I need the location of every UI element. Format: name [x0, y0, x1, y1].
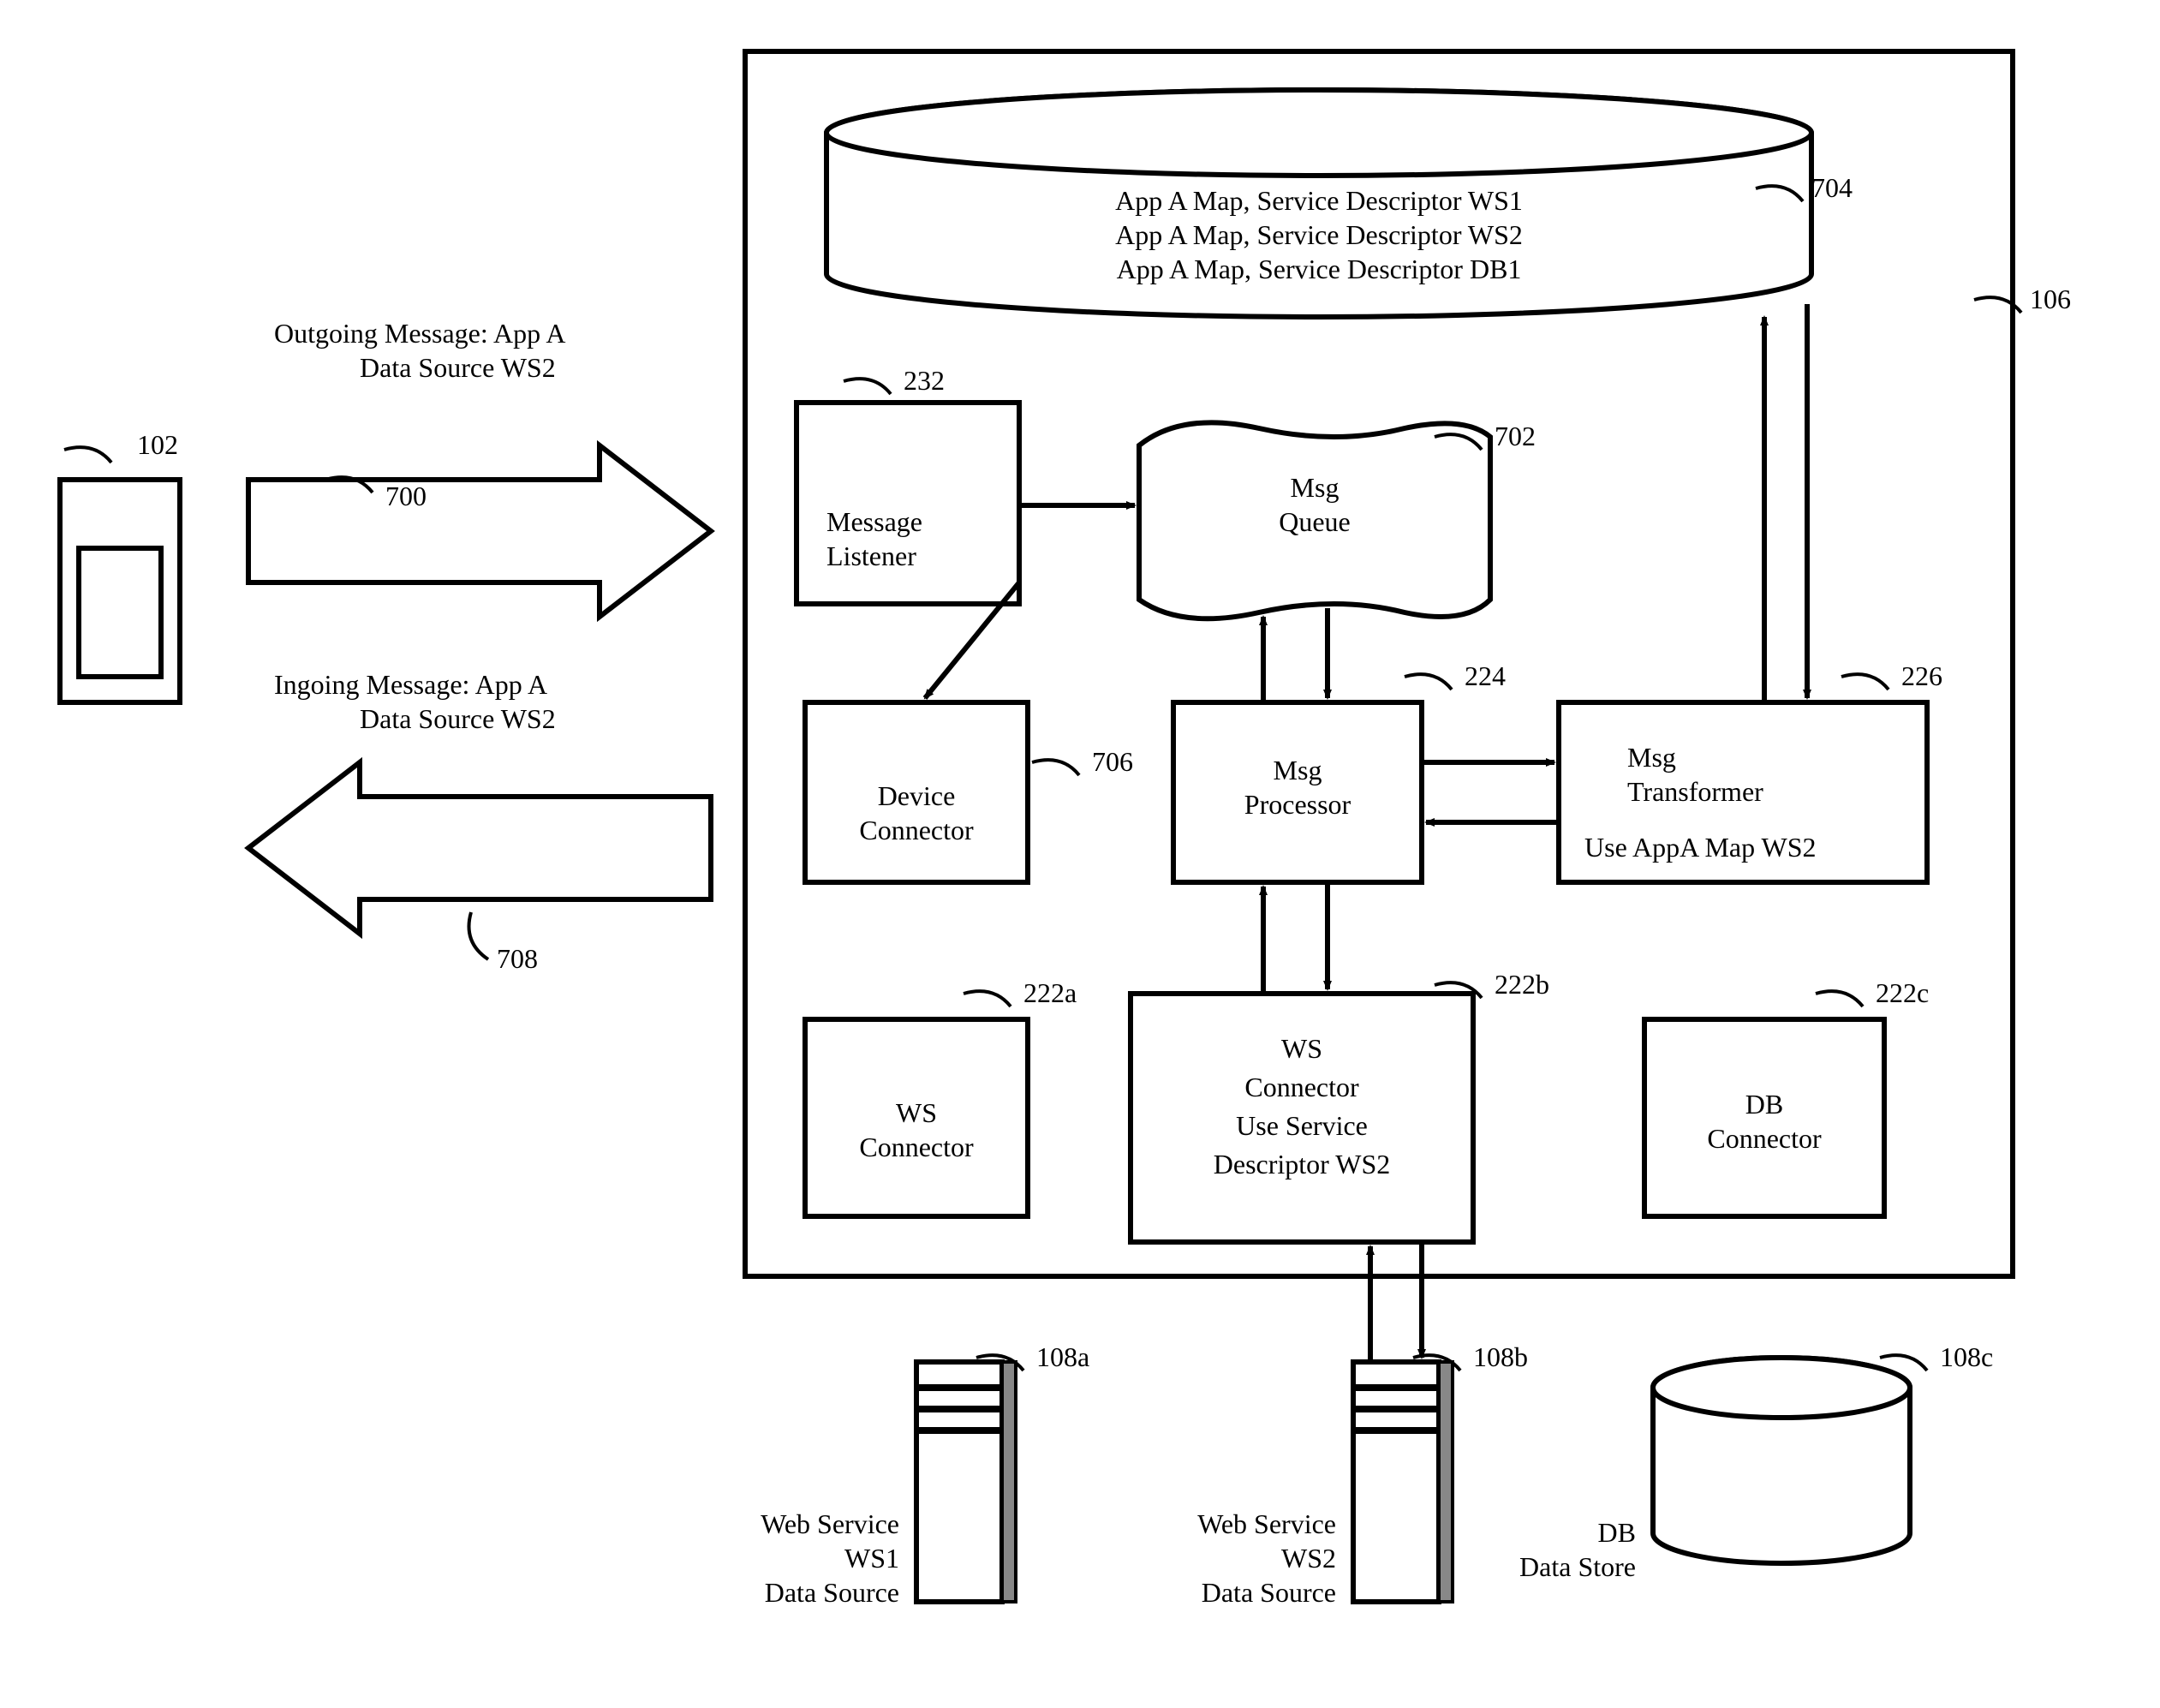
- ws-connector-a-box: WS Connector 222a: [805, 977, 1077, 1216]
- outgoing-msg-line1: Outgoing Message: App A: [274, 318, 565, 349]
- msg-transformer-l3: Use AppA Map WS2: [1584, 832, 1817, 863]
- svc2-ref: 108b: [1473, 1341, 1528, 1372]
- msg-queue: Msg Queue 702: [1139, 421, 1536, 618]
- device-connector-l2: Connector: [859, 815, 974, 845]
- web-service-ws2: 108b Web Service WS2 Data Source: [1197, 1341, 1528, 1608]
- svc1-ref: 108a: [1036, 1341, 1089, 1372]
- ws-connector-b-box: WS Connector Use Service Descriptor WS2 …: [1131, 969, 1549, 1242]
- svc3-l2: Data Store: [1519, 1551, 1636, 1582]
- ws2-ref: 222b: [1495, 969, 1549, 1000]
- svc1-l3: Data Source: [765, 1577, 899, 1608]
- msg-processor-l2: Processor: [1244, 789, 1351, 820]
- outgoing-arrow-ref: 700: [385, 481, 427, 511]
- db-cyl-line3: App A Map, Service Descriptor DB1: [1117, 254, 1522, 284]
- msg-listener-l1: Message: [826, 506, 922, 537]
- svc3-ref: 108c: [1940, 1341, 1993, 1372]
- svc3-l1: DB: [1598, 1517, 1636, 1548]
- ingoing-msg-line1: Ingoing Message: App A: [274, 669, 547, 700]
- ingoing-arrow-ref: 708: [497, 943, 538, 974]
- dbconn-l2: Connector: [1707, 1123, 1822, 1154]
- msg-transformer-box: Msg Transformer Use AppA Map WS2 226: [1559, 660, 1942, 882]
- svc1-l1: Web Service: [761, 1508, 899, 1539]
- ws1-ref: 222a: [1023, 977, 1077, 1008]
- message-listener-box: Message Listener 232: [797, 365, 1019, 604]
- ws1-l2: Connector: [859, 1132, 974, 1162]
- main-box-ref: 106: [2030, 284, 2071, 314]
- db-connector-box: DB Connector 222c: [1644, 977, 1929, 1216]
- msg-queue-l2: Queue: [1279, 506, 1351, 537]
- device-connector-box: Device Connector 706: [805, 702, 1133, 882]
- db-cylinder: App A Map, Service Descriptor WS1 App A …: [826, 90, 1853, 317]
- msg-queue-ref: 702: [1495, 421, 1536, 451]
- device-connector-l1: Device: [878, 780, 956, 811]
- ws2-l4: Descriptor WS2: [1214, 1149, 1390, 1179]
- device-ref: 102: [137, 429, 178, 460]
- dbconn-l1: DB: [1745, 1089, 1783, 1120]
- msg-processor-l1: Msg: [1274, 755, 1322, 785]
- ingoing-arrow: 708: [248, 762, 711, 974]
- outgoing-arrow: 700: [248, 445, 711, 617]
- diagram-root: 102 Outgoing Message: App A Data Source …: [0, 0, 2160, 1708]
- ws1-l1: WS: [896, 1097, 937, 1128]
- msg-queue-l1: Msg: [1291, 472, 1340, 503]
- ingoing-msg-line2: Data Source WS2: [360, 703, 556, 734]
- db-cyl-line1: App A Map, Service Descriptor WS1: [1115, 185, 1523, 216]
- outgoing-msg-line2: Data Source WS2: [360, 352, 556, 383]
- msg-listener-l2: Listener: [826, 540, 916, 571]
- ws2-l1: WS: [1281, 1033, 1322, 1064]
- dbconn-ref: 222c: [1876, 977, 1929, 1008]
- web-service-ws1: 108a Web Service WS1 Data Source: [761, 1341, 1089, 1608]
- db-data-store: 108c DB Data Store: [1519, 1341, 1993, 1582]
- ws2-l3: Use Service: [1236, 1110, 1368, 1141]
- svc2-l3: Data Source: [1202, 1577, 1336, 1608]
- device-icon: 102: [60, 429, 180, 702]
- db-cyl-ref: 704: [1811, 172, 1853, 203]
- device-connector-ref: 706: [1092, 746, 1133, 777]
- msg-processor-ref: 224: [1465, 660, 1506, 691]
- db-cyl-line2: App A Map, Service Descriptor WS2: [1115, 219, 1523, 250]
- msg-transformer-l1: Msg: [1627, 742, 1676, 773]
- msg-listener-ref: 232: [904, 365, 945, 396]
- svc2-l1: Web Service: [1197, 1508, 1336, 1539]
- svc1-l2: WS1: [844, 1543, 899, 1574]
- msg-transformer-ref: 226: [1901, 660, 1942, 691]
- msg-transformer-l2: Transformer: [1627, 776, 1763, 807]
- msg-processor-box: Msg Processor 224: [1173, 660, 1506, 882]
- svc2-l2: WS2: [1281, 1543, 1336, 1574]
- ws2-l2: Connector: [1244, 1072, 1359, 1102]
